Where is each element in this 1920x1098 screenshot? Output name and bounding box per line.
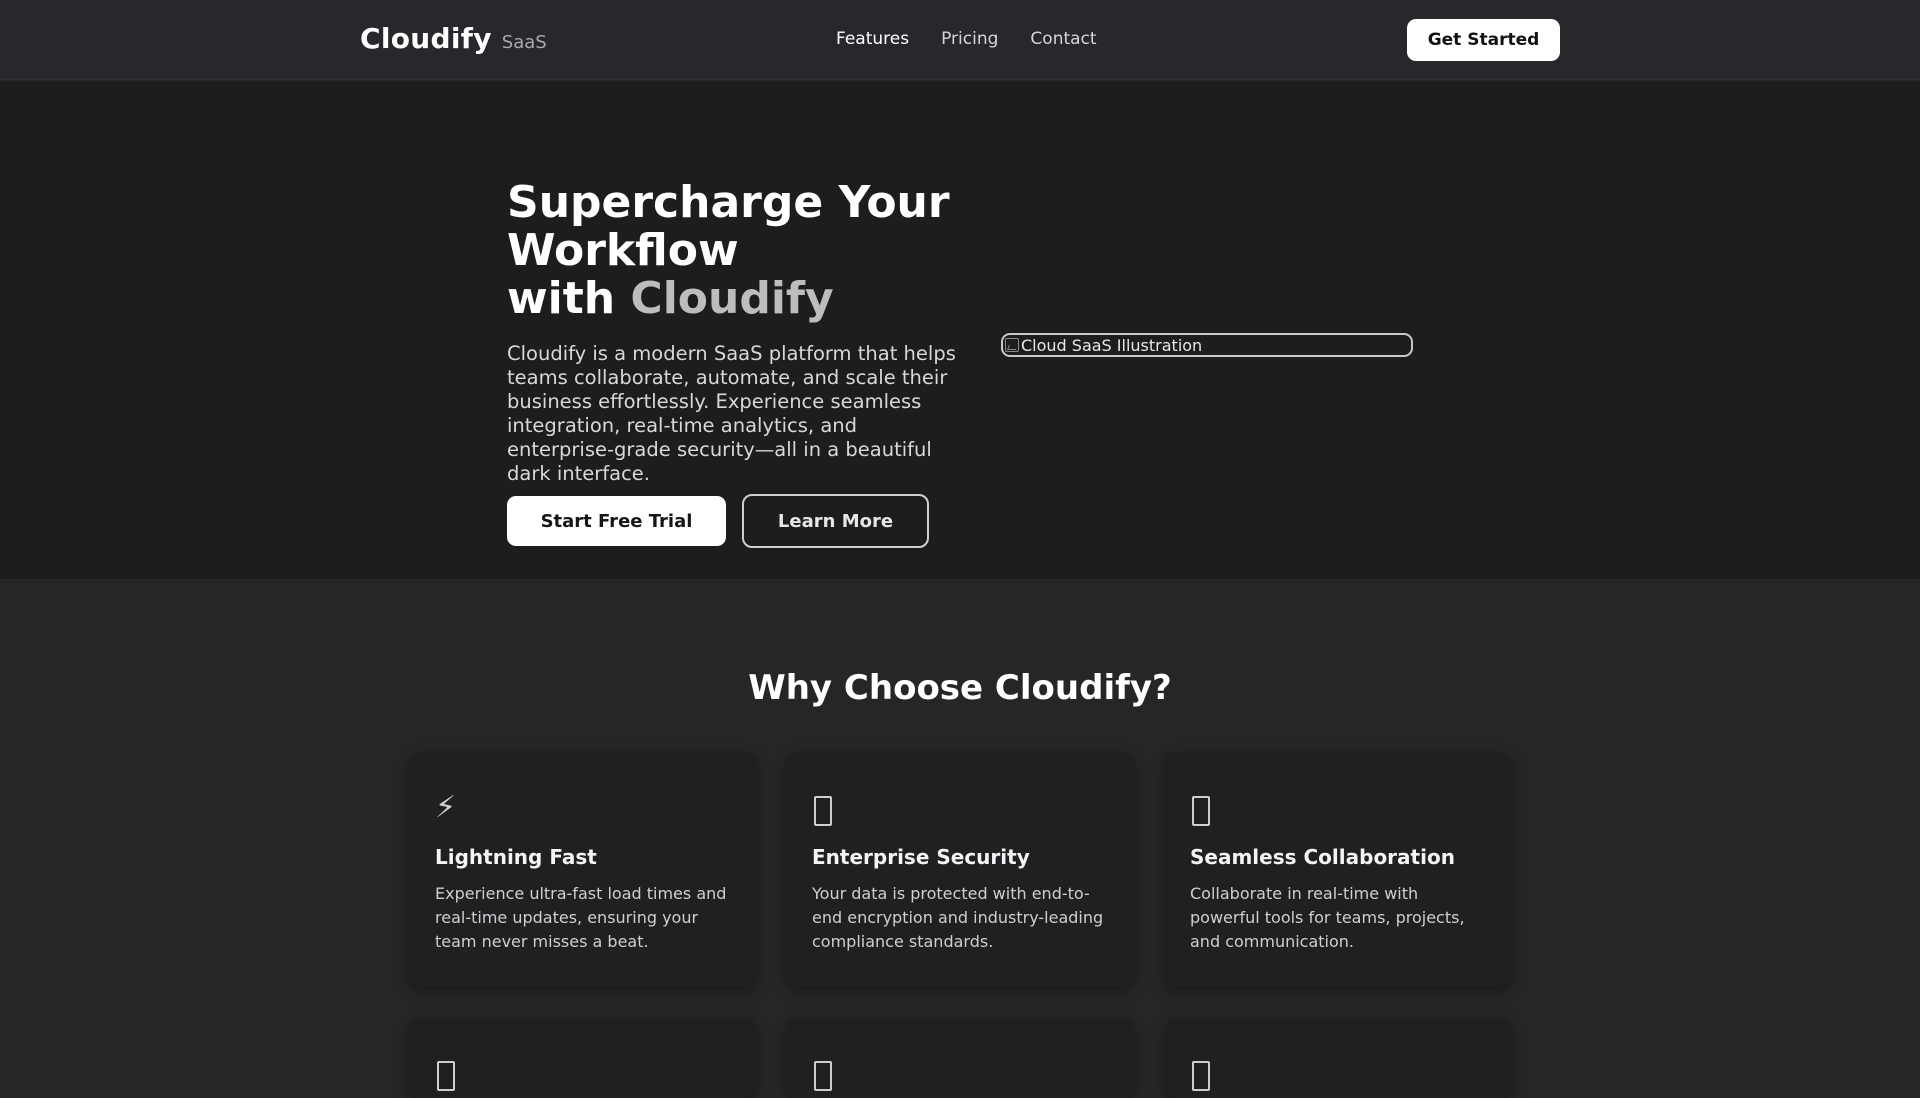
nav-link-contact[interactable]: Contact xyxy=(1030,29,1096,49)
missing-glyph-icon xyxy=(814,1061,832,1091)
missing-glyph-icon xyxy=(814,796,832,826)
missing-glyph-icon xyxy=(437,1061,455,1091)
feature-card xyxy=(410,1018,756,1098)
feature-card-title: Seamless Collaboration xyxy=(1190,845,1455,869)
hero-image-alt-text: Cloud SaaS Illustration xyxy=(1021,335,1203,355)
feature-card-text: Your data is protected with end-to-end e… xyxy=(812,884,1104,951)
get-started-button[interactable]: Get Started xyxy=(1407,19,1560,61)
feature-card-enterprise-security: Enterprise Security Your data is protect… xyxy=(787,752,1133,987)
main-nav: Features Pricing Contact xyxy=(836,29,1097,49)
feature-card-seamless-collaboration: Seamless Collaboration Collaborate in re… xyxy=(1165,752,1511,987)
hero-title-accent: Cloudify xyxy=(630,273,834,324)
missing-glyph-icon xyxy=(1192,1061,1210,1091)
site-header: Cloudify SaaS Features Pricing Contact G… xyxy=(0,0,1920,80)
learn-more-button[interactable]: Learn More xyxy=(742,494,929,548)
hero-title-line1: Supercharge Your Workflow xyxy=(507,177,950,276)
hero-illustration-image: Cloud SaaS Illustration xyxy=(1001,333,1413,357)
start-free-trial-button[interactable]: Start Free Trial xyxy=(507,496,726,546)
lightning-icon: ⚡ xyxy=(435,790,457,825)
hero-title-prefix: with xyxy=(507,273,631,324)
feature-card-text: Collaborate in real-time with powerful t… xyxy=(1190,884,1465,951)
features-title: Why Choose Cloudify? xyxy=(748,668,1172,708)
feature-card-text: Experience ultra-fast load times and rea… xyxy=(435,884,727,951)
feature-card xyxy=(1165,1018,1511,1098)
missing-glyph-icon xyxy=(1192,796,1210,826)
feature-card-title: Lightning Fast xyxy=(435,845,597,869)
hero-section: Supercharge Your Workflow with Cloudify … xyxy=(0,81,1920,579)
broken-image-icon xyxy=(1005,338,1019,352)
feature-card-lightning-fast: ⚡ Lightning Fast Experience ultra-fast l… xyxy=(410,752,756,987)
brand-name[interactable]: Cloudify xyxy=(360,22,492,55)
brand-tag: SaaS xyxy=(501,32,547,53)
hero-description: Cloudify is a modern SaaS platform that … xyxy=(507,342,956,485)
nav-link-features[interactable]: Features xyxy=(836,29,909,49)
nav-link-pricing[interactable]: Pricing xyxy=(941,29,998,49)
hero-title: Supercharge Your Workflow with Cloudify xyxy=(507,179,977,323)
brand[interactable]: Cloudify SaaS xyxy=(360,22,547,55)
feature-card xyxy=(787,1018,1133,1098)
feature-card-title: Enterprise Security xyxy=(812,845,1030,869)
